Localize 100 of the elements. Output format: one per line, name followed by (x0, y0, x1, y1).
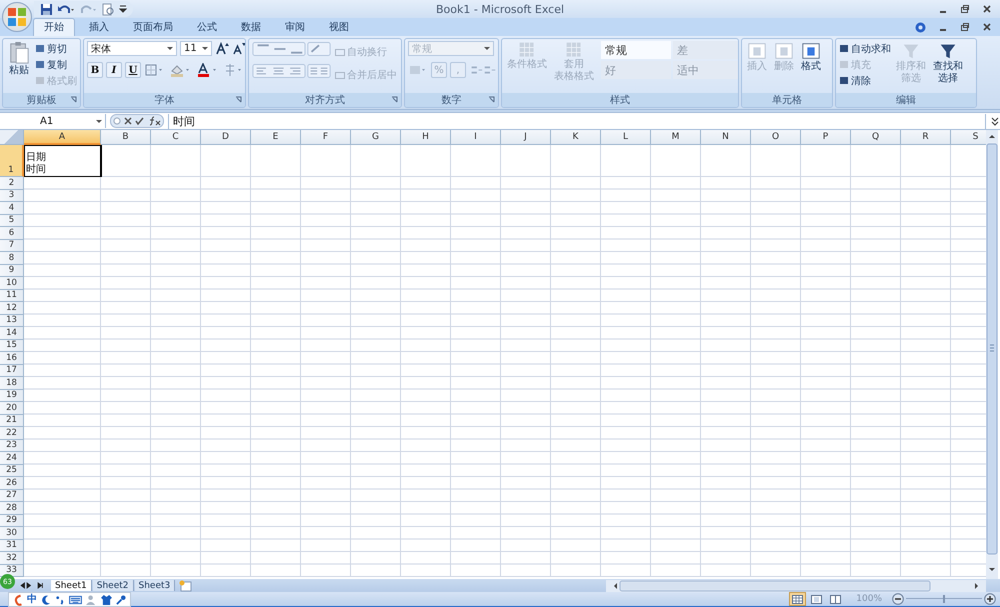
row-header[interactable]: 27 (0, 490, 24, 502)
row-header[interactable]: 7 (0, 240, 24, 252)
column-header[interactable]: S (951, 130, 986, 145)
column-header[interactable]: C (151, 130, 201, 145)
help-icon[interactable] (915, 22, 926, 32)
column-header[interactable]: M (651, 130, 701, 145)
column-header[interactable]: J (501, 130, 551, 145)
row-header[interactable]: 9 (0, 264, 24, 277)
row-header[interactable]: 22 (0, 427, 24, 440)
row-header[interactable]: 25 (0, 464, 24, 477)
row-header[interactable]: 8 (0, 252, 24, 264)
column-header[interactable]: K (551, 130, 601, 145)
editing-button[interactable]: 自动求和 (839, 41, 891, 56)
formula-field[interactable]: 时间 (168, 114, 986, 128)
row-header[interactable]: 29 (0, 514, 24, 527)
office-button[interactable] (2, 2, 32, 32)
font-name-field[interactable]: 宋体 (87, 41, 177, 56)
row-header[interactable]: 3 (0, 190, 24, 202)
ribbon-tab[interactable]: 插入 (79, 19, 119, 36)
row-header[interactable]: 32 (0, 552, 24, 564)
ribbon-tab[interactable]: 公式 (187, 19, 227, 36)
font-style-button[interactable]: U (125, 62, 141, 78)
dialog-launcher-icon[interactable] (70, 96, 77, 103)
dialog-launcher-icon[interactable] (391, 96, 398, 103)
clipboard-button[interactable]: 复制 (35, 57, 77, 72)
print-preview-icon[interactable] (101, 2, 115, 16)
row-header[interactable]: 2 (0, 177, 24, 190)
row-header[interactable]: 31 (0, 540, 24, 552)
row-header[interactable]: 24 (0, 452, 24, 464)
column-header[interactable]: G (351, 130, 401, 145)
row-header[interactable]: 12 (0, 302, 24, 314)
row-header[interactable]: 13 (0, 314, 24, 327)
clipboard-button[interactable]: 剪切 (35, 41, 77, 56)
row-header[interactable]: 11 (0, 290, 24, 302)
formula-buttons-icon[interactable] (110, 114, 164, 128)
column-header[interactable]: L (601, 130, 651, 145)
dialog-launcher-icon[interactable] (235, 96, 242, 103)
active-cell[interactable]: 日期 时间 (24, 145, 102, 177)
row-header[interactable]: 17 (0, 364, 24, 377)
vertical-scrollbar[interactable] (986, 130, 998, 579)
column-header[interactable]: N (701, 130, 751, 145)
shrink-font-icon[interactable] (232, 42, 245, 56)
row-header[interactable]: 21 (0, 414, 24, 427)
font-size-field[interactable]: 11 (180, 41, 212, 56)
row-header[interactable]: 5 (0, 214, 24, 227)
horizontal-scrollbar[interactable] (606, 580, 986, 592)
row-header[interactable]: 18 (0, 377, 24, 390)
column-header[interactable]: A (24, 130, 101, 145)
row-header[interactable]: 6 (0, 227, 24, 240)
sheet-tab[interactable]: Sheet1 (51, 580, 92, 591)
column-header[interactable]: I (451, 130, 501, 145)
column-header[interactable]: F (301, 130, 351, 145)
cell-style-item[interactable]: 常规 (601, 41, 671, 59)
ribbon-tab[interactable]: 页面布局 (123, 19, 183, 36)
view-button[interactable] (789, 592, 806, 606)
row-header[interactable]: 4 (0, 202, 24, 214)
column-header[interactable]: P (801, 130, 851, 145)
font-style-button[interactable]: I (106, 62, 122, 78)
row-header[interactable]: 1 (0, 145, 24, 177)
row-header[interactable]: 15 (0, 340, 24, 352)
zoom-slider[interactable] (906, 593, 982, 605)
zoom-in-icon[interactable] (984, 593, 996, 605)
row-header[interactable]: 28 (0, 502, 24, 514)
save-icon[interactable] (40, 2, 53, 16)
close-icon[interactable] (982, 22, 992, 32)
wrench-icon[interactable] (116, 594, 126, 604)
row-header[interactable]: 20 (0, 402, 24, 414)
input-mode-toggle[interactable]: 中 (27, 594, 37, 606)
name-box[interactable]: A1 (0, 114, 106, 128)
punctuation-icon[interactable] (55, 594, 65, 604)
column-header[interactable]: H (401, 130, 451, 145)
column-header[interactable]: E (251, 130, 301, 145)
ribbon-tab[interactable]: 开始 (33, 18, 75, 36)
row-header[interactable]: 23 (0, 440, 24, 452)
grow-font-icon[interactable] (215, 42, 229, 56)
ribbon-tab[interactable]: 审阅 (275, 19, 315, 36)
column-header[interactable]: D (201, 130, 251, 145)
ribbon-tab[interactable]: 数据 (231, 19, 271, 36)
font-style-button[interactable]: B (87, 62, 103, 78)
undo-icon[interactable] (57, 2, 75, 16)
row-header[interactable]: 16 (0, 352, 24, 364)
keyboard-icon[interactable] (69, 594, 82, 604)
column-header[interactable]: B (101, 130, 151, 145)
sheet-tab[interactable]: Sheet2 (92, 580, 134, 591)
swirl-icon[interactable] (13, 594, 23, 606)
shirt-icon[interactable] (101, 594, 112, 604)
cell-button[interactable]: 格式 (799, 41, 823, 73)
row-header[interactable]: 10 (0, 277, 24, 290)
sheet-tab[interactable]: Sheet3 (134, 580, 176, 591)
dialog-launcher-icon[interactable] (488, 96, 495, 103)
row-header[interactable]: 14 (0, 327, 24, 340)
customize-caret-icon[interactable] (119, 5, 127, 13)
paste-button[interactable]: 粘贴 (6, 41, 32, 77)
moon-icon[interactable] (41, 594, 51, 604)
row-header[interactable]: 30 (0, 527, 24, 540)
zoom-out-icon[interactable] (892, 593, 904, 605)
editing-button[interactable]: 清除 (839, 73, 891, 88)
row-header[interactable]: 26 (0, 477, 24, 490)
column-header[interactable]: R (901, 130, 951, 145)
close-icon[interactable] (982, 4, 992, 14)
